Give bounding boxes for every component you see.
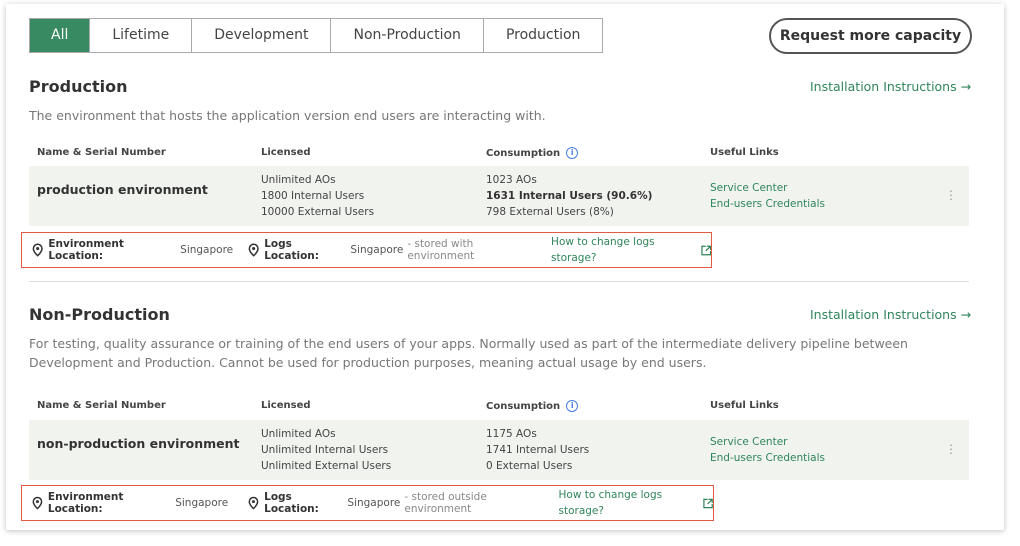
environment-filter-tabs: All Lifetime Development Non-Production …: [29, 18, 604, 53]
service-center-link[interactable]: Service Center: [710, 180, 825, 196]
tab-lifetime[interactable]: Lifetime: [89, 19, 192, 52]
environment-name: production environment: [37, 182, 208, 197]
consumption-label: Consumption: [486, 401, 561, 412]
table-row: non-production environment Unlimited AOs…: [29, 420, 969, 480]
consumption-cell: 1023 AOs 1631 Internal Users (90.6%) 798…: [486, 172, 652, 220]
environment-location-label: Environment Location:: [48, 238, 124, 262]
licensed-internal: 1800 Internal Users: [261, 190, 365, 202]
section-title: Non-Production: [29, 305, 170, 324]
location-pin-icon: [32, 496, 43, 510]
tab-production[interactable]: Production: [482, 19, 603, 52]
installation-instructions-link[interactable]: Installation Instructions →: [810, 79, 971, 94]
column-header-consumption: Consumption i: [486, 147, 579, 159]
external-link-icon[interactable]: [700, 245, 712, 256]
licensed-cell: Unlimited AOs Unlimited Internal Users U…: [261, 426, 391, 474]
licensed-aos: Unlimited AOs: [261, 174, 336, 186]
section-description: For testing, quality assurance or traini…: [29, 336, 908, 370]
location-pin-icon: [248, 243, 259, 257]
end-users-credentials-link[interactable]: End-users Credentials: [710, 196, 825, 212]
change-logs-storage-link[interactable]: How to change logs storage?: [551, 234, 696, 266]
logs-location-label: Logs Location:: [264, 238, 319, 262]
environment-location-value: Singapore: [180, 244, 234, 256]
licensed-external: 10000 External Users: [261, 206, 375, 218]
licensed-external: Unlimited External Users: [261, 460, 392, 472]
column-header-links: Useful Links: [710, 147, 779, 158]
section-title: Production: [29, 77, 128, 96]
location-pin-icon: [248, 496, 259, 510]
consumption-internal: 1741 Internal Users: [486, 444, 590, 456]
consumption-external: 0 External Users: [486, 460, 573, 472]
table-row: production environment Unlimited AOs 180…: [29, 166, 969, 226]
environment-location-label: Environment Location:: [47, 491, 124, 515]
consumption-cell: 1175 AOs 1741 Internal Users 0 External …: [486, 426, 589, 474]
location-pin-icon: [32, 243, 43, 257]
external-link-icon[interactable]: [703, 498, 713, 509]
tab-all[interactable]: All: [30, 19, 90, 52]
licensed-internal: Unlimited Internal Users: [261, 444, 389, 456]
column-header-name: Name & Serial Number: [37, 147, 166, 158]
location-info-box: Environment Location: Singapore Logs Loc…: [21, 485, 714, 521]
tab-non-production[interactable]: Non-Production: [330, 19, 483, 52]
consumption-label: Consumption: [486, 148, 561, 159]
environment-name: non-production environment: [37, 436, 240, 451]
change-logs-storage-link[interactable]: How to change logs storage?: [559, 487, 699, 519]
consumption-aos: 1175 AOs: [486, 428, 537, 440]
info-icon[interactable]: i: [566, 400, 579, 412]
consumption-internal: 1631 Internal Users (90.6%): [486, 190, 653, 202]
section-description: The environment that hosts the applicati…: [29, 108, 546, 123]
section-divider: [29, 281, 969, 282]
end-users-credentials-link[interactable]: End-users Credentials: [710, 450, 825, 466]
column-header-licensed: Licensed: [261, 147, 311, 158]
licensed-cell: Unlimited AOs 1800 Internal Users 10000 …: [261, 172, 374, 220]
request-capacity-button[interactable]: Request more capacity: [769, 18, 972, 54]
service-center-link[interactable]: Service Center: [710, 434, 825, 450]
more-options-icon[interactable]: ⋮: [945, 188, 957, 202]
installation-instructions-link[interactable]: Installation Instructions →: [810, 307, 971, 322]
logs-storage-note: - stored outside environment: [404, 491, 487, 515]
logs-storage-note: - stored with environment: [407, 238, 475, 262]
info-icon[interactable]: i: [566, 147, 579, 159]
environment-location-value: Singapore: [175, 497, 229, 509]
location-info-box: Environment Location: Singapore Logs Loc…: [21, 232, 712, 268]
tab-development[interactable]: Development: [191, 19, 331, 52]
column-header-licensed: Licensed: [261, 400, 311, 411]
logs-location-value: Singapore: [350, 244, 404, 256]
useful-links: Service Center End-users Credentials: [710, 180, 825, 212]
useful-links: Service Center End-users Credentials: [710, 434, 825, 466]
column-header-links: Useful Links: [710, 400, 779, 411]
column-header-name: Name & Serial Number: [37, 400, 166, 411]
more-options-icon[interactable]: ⋮: [945, 442, 957, 456]
licensed-aos: Unlimited AOs: [261, 428, 336, 440]
consumption-aos: 1023 AOs: [486, 174, 537, 186]
consumption-external: 798 External Users (8%): [486, 206, 614, 218]
logs-location-value: Singapore: [347, 497, 401, 509]
logs-location-label: Logs Location:: [264, 491, 319, 515]
column-header-consumption: Consumption i: [486, 400, 579, 412]
